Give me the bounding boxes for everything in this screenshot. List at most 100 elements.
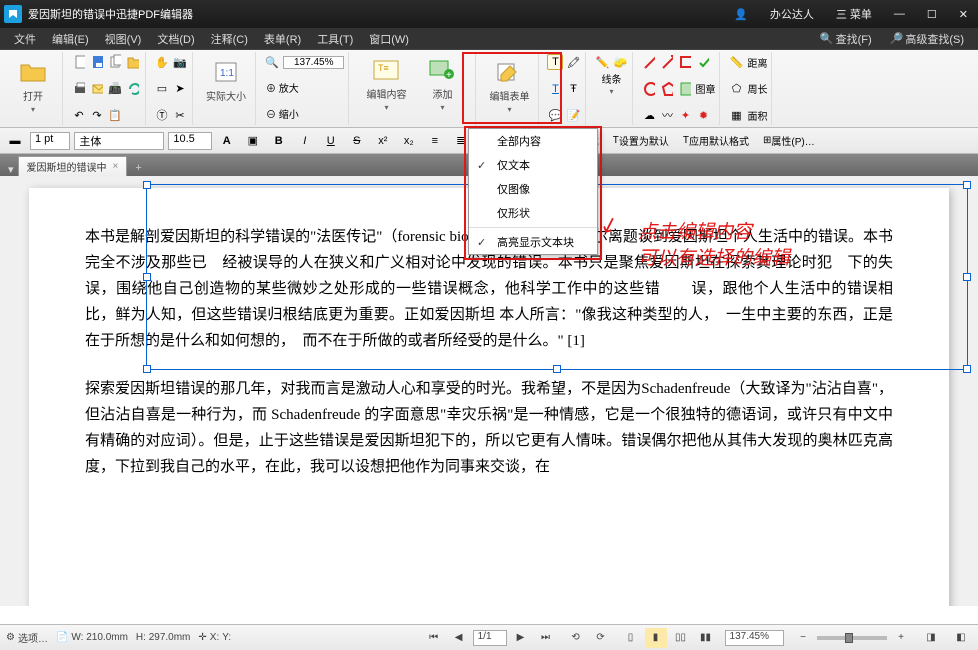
menu-table[interactable]: 表单(R) [256, 29, 309, 49]
circle-shape-icon[interactable] [641, 81, 657, 97]
main-menu-button[interactable]: 三 菜单 [830, 4, 878, 24]
user-icon[interactable]: 👤 [728, 6, 754, 23]
first-page-icon[interactable]: ⏮ [423, 628, 445, 648]
camera-icon[interactable]: 📷 [172, 54, 188, 70]
hand-icon[interactable]: ✋ [154, 54, 170, 70]
add-button[interactable]: + 添加 ▾ [417, 52, 467, 116]
continuous-facing-icon[interactable]: ▮▮ [695, 628, 717, 648]
single-page-icon[interactable]: ▯ [620, 628, 642, 648]
zoom-plus-icon[interactable]: + [890, 628, 912, 648]
next-page-icon[interactable]: ▶ [510, 628, 532, 648]
line-weight-select[interactable]: 1 pt [30, 132, 70, 150]
burst-icon[interactable]: ✹ [695, 107, 711, 123]
menu-tool[interactable]: 工具(T) [309, 29, 361, 49]
new-tab-button[interactable]: + [127, 160, 149, 176]
user-label[interactable]: 办公达人 [764, 4, 820, 24]
strike-icon[interactable]: S [346, 131, 368, 151]
paragraph-2[interactable]: 探索爱因斯坦错误的那几年，对我而言是激动人心和享受的时光。我希望，不是因为Sch… [85, 376, 893, 480]
find-button[interactable]: 🔍查找(F) [812, 29, 880, 49]
refresh-icon[interactable] [125, 81, 141, 97]
polygon-icon[interactable] [659, 81, 675, 97]
redo-icon[interactable]: ↷ [89, 107, 105, 123]
zoom-out-btn[interactable]: ⊖ 缩小 [264, 104, 301, 123]
zoom-out-icon[interactable]: 🔍 [264, 54, 280, 70]
eraser-icon[interactable]: 🧽 [612, 54, 628, 70]
dropdown-all[interactable]: 全部内容 [469, 129, 597, 153]
tab-close-icon[interactable]: × [113, 161, 119, 172]
options-button[interactable]: ⚙ 选项… [6, 630, 48, 645]
font-select[interactable]: 主体 [74, 132, 164, 150]
properties-button[interactable]: ⊞ 属性(P)… [758, 131, 820, 151]
facing-icon[interactable]: ▯▯ [670, 628, 692, 648]
line-shape-icon[interactable] [641, 54, 657, 70]
last-page-icon[interactable]: ⏭ [535, 628, 557, 648]
align-left-icon[interactable]: ≡ [424, 131, 446, 151]
cloud-icon[interactable]: ☁ [641, 107, 657, 123]
dropdown-text[interactable]: 仅文本 [469, 153, 597, 177]
actual-size-button[interactable]: 1:1 实际大小 [201, 54, 251, 107]
set-default-button[interactable]: T设置为默认 [608, 131, 674, 151]
zoom-in-btn[interactable]: ⊕ 放大 [264, 78, 301, 97]
zoom-minus-icon[interactable]: − [792, 628, 814, 648]
pencil-icon[interactable]: ✏️ [594, 54, 610, 70]
area-icon[interactable]: ▦ [728, 107, 744, 123]
dropdown-shape[interactable]: 仅形状 [469, 201, 597, 225]
maximize-button[interactable]: ☐ [921, 6, 943, 23]
rect-shape-icon[interactable] [677, 54, 693, 70]
mail-icon[interactable] [89, 81, 105, 97]
check-icon[interactable] [695, 54, 711, 70]
italic-icon[interactable]: I [294, 131, 316, 151]
zoom-select[interactable]: 137.45% [725, 630, 784, 646]
star-icon[interactable]: ✦ [677, 107, 693, 123]
note-icon[interactable]: 📝 [565, 107, 581, 123]
dock-right-icon[interactable]: ◧ [950, 628, 972, 648]
polyline-icon[interactable]: 〰 [659, 107, 675, 123]
arrow-shape-icon[interactable] [659, 54, 675, 70]
image-stamp-icon[interactable] [677, 81, 693, 97]
font-size-select[interactable]: 10.5 [168, 132, 211, 150]
line-weight-icon[interactable]: ▬ [4, 131, 26, 151]
zoom-slider[interactable] [817, 636, 887, 640]
page-indicator[interactable]: 1/1 [473, 630, 507, 646]
zoom-value[interactable]: 137.45% [283, 56, 344, 69]
dropdown-highlight[interactable]: 高亮显示文本块 [469, 230, 597, 254]
folder-small-icon[interactable] [125, 54, 141, 70]
text-box-icon[interactable]: T [547, 54, 563, 70]
select-icon[interactable]: ▭ [154, 81, 170, 97]
highlight-color-icon[interactable]: ▣ [242, 131, 264, 151]
menu-edit[interactable]: 编辑(E) [44, 29, 97, 49]
highlight-icon[interactable]: 🖍 [565, 54, 581, 70]
new-icon[interactable] [71, 54, 87, 70]
scan-icon[interactable]: 📠 [107, 81, 123, 97]
paste-icon[interactable]: 📋 [107, 107, 123, 123]
superscript-icon[interactable]: x² [372, 131, 394, 151]
menu-view[interactable]: 视图(V) [97, 29, 150, 49]
perimeter-icon[interactable]: ⬠ [728, 81, 744, 97]
bold-icon[interactable]: B [268, 131, 290, 151]
close-button[interactable]: ✕ [953, 6, 974, 23]
font-color-icon[interactable]: A [216, 131, 238, 151]
pointer-icon[interactable]: ➤ [172, 81, 188, 97]
dock-left-icon[interactable]: ◨ [920, 628, 942, 648]
callout-icon[interactable]: 💬 [547, 107, 563, 123]
underline-t-icon[interactable]: T [547, 81, 563, 97]
distance-icon[interactable]: 📏 [728, 54, 744, 70]
subscript-icon[interactable]: x₂ [398, 131, 420, 151]
copy-icon[interactable] [107, 54, 123, 70]
nav-back-icon[interactable]: ⟲ [565, 628, 587, 648]
document-tab[interactable]: 爱因斯坦的错误中 × [18, 156, 128, 176]
continuous-icon[interactable]: ▮ [645, 628, 667, 648]
edit-form-button[interactable]: 编辑表单 ▾ [484, 54, 534, 118]
menu-annot[interactable]: 注释(C) [203, 29, 256, 49]
prev-page-icon[interactable]: ◀ [448, 628, 470, 648]
menu-doc[interactable]: 文档(D) [149, 29, 202, 49]
open-button[interactable]: 打开 ▾ [8, 54, 58, 118]
menu-file[interactable]: 文件 [6, 29, 44, 49]
underline-icon[interactable]: U [320, 131, 342, 151]
tab-list-icon[interactable]: ▾ [4, 163, 18, 176]
text-cursor-icon[interactable]: Ⓣ [154, 107, 170, 123]
strike-t-icon[interactable]: Ŧ [565, 81, 581, 97]
print-icon[interactable] [71, 81, 87, 97]
crop-icon[interactable]: ✂ [172, 107, 188, 123]
dropdown-image[interactable]: 仅图像 [469, 177, 597, 201]
